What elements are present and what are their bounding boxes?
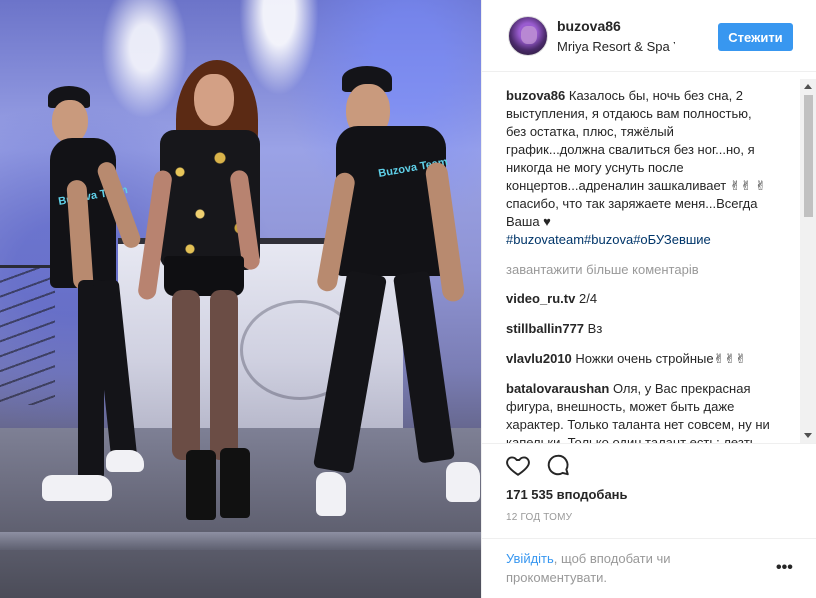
more-icon[interactable]: ••• [776, 560, 794, 577]
comment-item: vlavlu2010 Ножки очень стройные✌✌✌ [506, 350, 774, 368]
post-side-panel: buzova86 Mriya Resort & Spa Yalta Стежит… [481, 0, 816, 598]
heart-icon[interactable] [505, 452, 533, 480]
caption-username[interactable]: buzova86 [506, 88, 565, 103]
caption-text: Казалось бы, ночь без сна, 2 выступления… [506, 88, 767, 229]
comment-username[interactable]: vlavlu2010 [506, 351, 572, 366]
caption-hashtags[interactable]: #buzovateam#buzova#оБУЗевшие [506, 232, 711, 247]
follow-button[interactable]: Стежити [718, 23, 793, 51]
likes-count[interactable]: 171 535 вподобань [506, 487, 628, 502]
post-username[interactable]: buzova86 [557, 18, 621, 34]
caption: buzova86 Казалось бы, ночь без сна, 2 вы… [506, 87, 774, 249]
comment-item: video_ru.tv 2/4 [506, 290, 774, 308]
stage-step [0, 532, 481, 550]
load-more-comments-link[interactable]: завантажити більше коментарів [506, 261, 774, 279]
post-header: buzova86 Mriya Resort & Spa Yalta Стежит… [482, 0, 816, 72]
avatar[interactable] [508, 16, 548, 56]
comment-username[interactable]: stillballin777 [506, 321, 584, 336]
login-prompt: Увійдіть, щоб вподобати чи прокоментуват… [506, 549, 746, 587]
left-dancer: Buzova Team [40, 80, 150, 520]
right-dancer: Buzova Team [312, 62, 481, 522]
comment-text: 2/4 [578, 291, 598, 306]
comments-list: buzova86 Казалось бы, ночь без сна, 2 вы… [506, 87, 774, 482]
comment-icon[interactable] [545, 452, 573, 480]
comment-text: Вз [587, 321, 603, 336]
comment-text: Ножки очень стройные✌✌✌ [575, 351, 747, 366]
post-location[interactable]: Mriya Resort & Spa Yalta [557, 39, 675, 54]
comments-scrollbar[interactable] [800, 79, 816, 443]
comment-item: stillballin777 Вз [506, 320, 774, 338]
login-link[interactable]: Увійдіть [506, 551, 554, 566]
login-divider [482, 538, 816, 539]
post-timestamp[interactable]: 12 ГОД ТОМУ [506, 512, 572, 523]
actions-divider [482, 443, 816, 444]
comment-username[interactable]: batalovaraushan [506, 381, 609, 396]
singer [137, 60, 270, 530]
scrollbar-thumb[interactable] [804, 95, 813, 217]
post-photo[interactable]: Buzova Team Buzova Team [0, 0, 481, 598]
comment-username[interactable]: video_ru.tv [506, 291, 575, 306]
scroll-down-arrow-icon[interactable] [804, 433, 812, 438]
scroll-up-arrow-icon[interactable] [804, 84, 812, 89]
